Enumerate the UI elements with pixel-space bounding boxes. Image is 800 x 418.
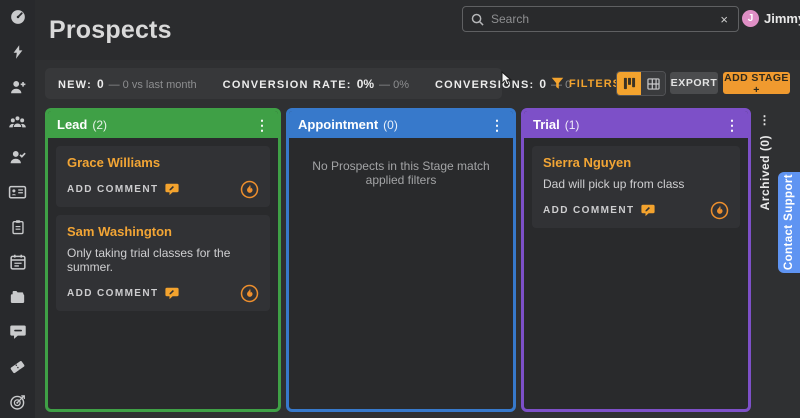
user-menu[interactable]: J Jimmy <box>742 7 800 29</box>
page-title: Prospects <box>49 16 172 45</box>
empty-stage-message: No Prospects in this Stage match applied… <box>297 146 505 187</box>
comment-bubble-icon <box>165 287 179 300</box>
prospect-note: Dad will pick up from class <box>543 177 729 191</box>
stage-column-lead: Lead (2) ⋮ Grace Williams ADD COMMENT Sa… <box>45 108 281 412</box>
stage-count: (0) <box>383 118 398 132</box>
add-person-icon[interactable] <box>8 77 28 97</box>
prospect-card[interactable]: Sam Washington Only taking trial classes… <box>56 215 270 311</box>
stage-count: (1) <box>565 118 580 132</box>
stage-menu-icon[interactable]: ⋮ <box>255 118 269 132</box>
view-toggle <box>616 71 666 96</box>
clipboard-icon[interactable] <box>8 217 28 237</box>
kanban-view-button[interactable] <box>617 72 641 95</box>
stage-menu-icon[interactable]: ⋮ <box>759 115 771 126</box>
person-check-icon[interactable] <box>8 147 28 167</box>
prospect-name[interactable]: Sierra Nguyen <box>543 155 729 170</box>
stage-menu-icon[interactable]: ⋮ <box>490 118 504 132</box>
add-stage-button[interactable]: ADD STAGE + <box>723 72 790 94</box>
user-name: Jimmy <box>764 11 800 26</box>
stage-column-trial: Trial (1) ⋮ Sierra Nguyen Dad will pick … <box>521 108 751 412</box>
prospect-card[interactable]: Grace Williams ADD COMMENT <box>56 146 270 207</box>
search-box[interactable]: × <box>462 6 739 32</box>
comment-bubble-icon <box>165 183 179 196</box>
archived-stage-collapsed[interactable]: ⋮ Archived (0) <box>753 108 776 418</box>
add-comment-button[interactable]: ADD COMMENT <box>67 183 179 196</box>
filters-button[interactable]: FILTERS <box>551 74 621 93</box>
contact-support-label: Contact Support <box>783 174 795 270</box>
stat-new: NEW: 0 — 0 vs last month <box>58 77 197 91</box>
prospect-name[interactable]: Grace Williams <box>67 155 259 170</box>
grid-icon <box>647 78 660 90</box>
hot-lead-fire-icon[interactable] <box>710 201 729 220</box>
funnel-icon <box>551 77 564 90</box>
add-comment-button[interactable]: ADD COMMENT <box>543 204 655 217</box>
stat-conversion-rate: CONVERSION RATE: 0% — 0% <box>223 77 409 91</box>
prospects-app: Prospects × J Jimmy NEW: 0 — 0 vs last m… <box>0 0 800 418</box>
chat-bubble-icon[interactable] <box>8 322 28 342</box>
kanban-icon <box>623 77 636 90</box>
contact-support-tab[interactable]: Contact Support <box>778 172 800 273</box>
sidebar-nav <box>0 0 35 418</box>
grid-view-button[interactable] <box>641 72 665 95</box>
stage-header-appointment: Appointment (0) ⋮ <box>289 111 513 138</box>
hot-lead-fire-icon[interactable] <box>240 284 259 303</box>
stage-menu-icon[interactable]: ⋮ <box>725 118 739 132</box>
search-input[interactable] <box>491 12 711 26</box>
id-card-icon[interactable] <box>8 182 28 202</box>
prospect-name[interactable]: Sam Washington <box>67 224 259 239</box>
ticket-icon[interactable] <box>8 357 28 377</box>
folders-icon[interactable] <box>8 287 28 307</box>
stats-bar: NEW: 0 — 0 vs last month CONVERSION RATE… <box>45 68 502 99</box>
stage-column-appointment: Appointment (0) ⋮ No Prospects in this S… <box>286 108 516 412</box>
stage-count: (2) <box>92 118 107 132</box>
hot-lead-fire-icon[interactable] <box>240 180 259 199</box>
search-icon <box>471 13 484 26</box>
lightning-bolt-icon[interactable] <box>8 42 28 62</box>
stage-header-lead: Lead (2) ⋮ <box>48 111 278 138</box>
archived-stage-label: Archived (0) <box>758 135 772 210</box>
comment-bubble-icon <box>641 204 655 217</box>
people-group-icon[interactable] <box>8 112 28 132</box>
stage-header-trial: Trial (1) ⋮ <box>524 111 748 138</box>
prospect-note: Only taking trial classes for the summer… <box>67 246 259 274</box>
target-icon[interactable] <box>8 392 28 412</box>
clear-search-icon[interactable]: × <box>718 13 730 26</box>
dashboard-gauge-icon[interactable] <box>8 7 28 27</box>
avatar: J <box>742 10 759 27</box>
export-button[interactable]: EXPORT <box>670 72 718 94</box>
calendar-icon[interactable] <box>8 252 28 272</box>
add-comment-button[interactable]: ADD COMMENT <box>67 287 179 300</box>
prospect-card[interactable]: Sierra Nguyen Dad will pick up from clas… <box>532 146 740 228</box>
